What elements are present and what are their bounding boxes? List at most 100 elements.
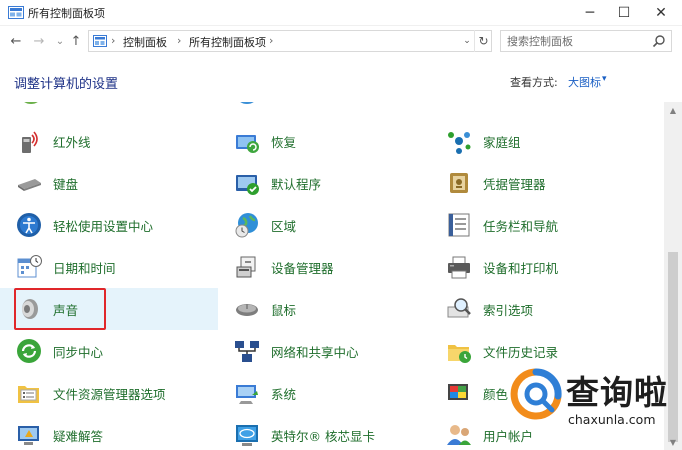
item-device-manager[interactable]: 设备管理器 [218, 246, 436, 288]
control-panel-icon [93, 35, 107, 47]
breadcrumb-control-panel[interactable]: 控制面板 [123, 34, 167, 50]
speaker-icon [22, 299, 38, 319]
file-history-icon [448, 345, 471, 363]
item-label[interactable]: 凭据管理器 [483, 174, 546, 193]
view-by-dropdown[interactable]: 大图标 [568, 74, 601, 90]
item-sync-center[interactable]: 同步中心 [0, 330, 218, 372]
search-icon[interactable] [652, 34, 666, 48]
ease-of-access-icon [17, 213, 41, 237]
item-label[interactable]: 设备管理器 [271, 258, 334, 277]
search-input[interactable] [507, 33, 647, 49]
item-mouse[interactable]: 鼠标 [218, 288, 436, 330]
address-dropdown-button[interactable]: ⌄ [460, 30, 474, 52]
item-label[interactable]: 红外线 [53, 132, 91, 151]
title-bar: 所有控制面板项 ─ ☐ ✕ [0, 0, 682, 26]
item-taskbar[interactable]: 任务栏和导航 [430, 204, 648, 246]
item-label[interactable]: 家庭组 [483, 132, 521, 151]
user-accounts-icon [447, 425, 471, 445]
item-label[interactable]: 恢复 [271, 132, 296, 151]
close-button[interactable]: ✕ [644, 0, 678, 26]
intel-graphics-icon [236, 425, 258, 446]
item-network-sharing[interactable]: 网络和共享中心 [218, 330, 436, 372]
mouse-icon [236, 304, 258, 316]
region-icon [235, 213, 258, 238]
homegroup-icon [448, 132, 471, 154]
item-homegroup[interactable]: 家庭组 [430, 120, 648, 162]
date-time-icon [17, 255, 42, 278]
system-icon [236, 385, 258, 404]
network-icon [235, 341, 259, 362]
window-title: 所有控制面板项 [28, 7, 105, 20]
item-system[interactable]: 系统 [218, 372, 436, 414]
infrared-icon [22, 131, 38, 153]
item-infrared[interactable]: 红外线 [0, 120, 218, 162]
minimize-button[interactable]: ─ [573, 0, 607, 26]
recovery-icon [236, 135, 259, 153]
partial-item-icon [240, 102, 254, 104]
breadcrumb-all-items[interactable]: 所有控制面板项 [189, 34, 266, 50]
device-manager-icon [236, 256, 256, 278]
breadcrumb-separator[interactable]: › [177, 34, 181, 47]
item-label[interactable]: 英特尔® 核芯显卡 [271, 426, 375, 445]
item-label[interactable]: 设备和打印机 [483, 258, 558, 277]
item-label[interactable]: 声音 [53, 300, 78, 319]
watermark-logo-icon [510, 368, 562, 420]
default-programs-icon [236, 175, 259, 195]
sync-icon [17, 339, 41, 363]
item-keyboard[interactable]: 键盘 [0, 162, 218, 204]
scroll-up-button[interactable]: ▲ [664, 102, 682, 118]
control-panel-icon [8, 6, 24, 19]
item-sound[interactable]: 声音 [0, 288, 218, 330]
item-label[interactable]: 日期和时间 [53, 258, 116, 277]
address-bar: ← → ⌄ ↑ › 控制面板 › 所有控制面板项 › ⌄ ↻ [0, 26, 682, 56]
item-devices-printers[interactable]: 设备和打印机 [430, 246, 648, 288]
item-label[interactable]: 键盘 [53, 174, 78, 193]
item-file-explorer-options[interactable]: 文件资源管理器选项 [0, 372, 218, 414]
breadcrumb[interactable]: › 控制面板 › 所有控制面板项 › [88, 30, 492, 52]
recent-locations-button[interactable]: ⌄ [52, 33, 68, 49]
breadcrumb-separator[interactable]: › [269, 34, 273, 47]
item-label[interactable]: 疑难解答 [53, 426, 103, 445]
page-header: 调整计算机的设置 查看方式: 大图标 ▾ [0, 56, 682, 102]
item-label[interactable]: 区域 [271, 216, 296, 235]
maximize-button[interactable]: ☐ [607, 0, 641, 26]
item-region[interactable]: 区域 [218, 204, 436, 246]
folder-options-icon [18, 386, 39, 403]
partial-item-icon [24, 102, 38, 104]
search-box[interactable] [500, 30, 672, 52]
indexing-icon [447, 298, 471, 318]
item-label[interactable]: 文件历史记录 [483, 342, 558, 361]
item-label[interactable]: 默认程序 [271, 174, 321, 193]
item-label[interactable]: 鼠标 [271, 300, 296, 319]
refresh-button[interactable]: ↻ [474, 30, 492, 52]
item-troubleshooting[interactable]: 疑难解答 [0, 414, 218, 450]
taskbar-icon [448, 213, 470, 237]
item-label[interactable]: 任务栏和导航 [483, 216, 558, 235]
watermark: 查询啦 chaxunla.com [504, 364, 676, 446]
view-by-label: 查看方式: [510, 76, 558, 89]
item-label[interactable]: 文件资源管理器选项 [53, 384, 166, 403]
troubleshooting-icon [18, 426, 39, 445]
watermark-url: chaxunla.com [568, 412, 656, 427]
watermark-text: 查询啦 [566, 373, 668, 412]
keyboard-icon [18, 179, 41, 191]
item-label[interactable]: 网络和共享中心 [271, 342, 359, 361]
back-button[interactable]: ← [8, 33, 24, 49]
forward-button[interactable]: → [31, 33, 47, 49]
printer-icon [448, 256, 470, 279]
item-label[interactable]: 索引选项 [483, 300, 533, 319]
item-intel-graphics[interactable]: 英特尔® 核芯显卡 [218, 414, 436, 450]
item-ease-of-access[interactable]: 轻松使用设置中心 [0, 204, 218, 246]
item-label[interactable]: 同步中心 [53, 342, 103, 361]
item-label[interactable]: 系统 [271, 384, 296, 403]
chevron-down-icon[interactable]: ▾ [602, 74, 607, 84]
item-indexing[interactable]: 索引选项 [430, 288, 648, 330]
item-recovery[interactable]: 恢复 [218, 120, 436, 162]
item-label[interactable]: 轻松使用设置中心 [53, 216, 153, 235]
credential-manager-icon [450, 173, 468, 193]
item-default-programs[interactable]: 默认程序 [218, 162, 436, 204]
item-date-time[interactable]: 日期和时间 [0, 246, 218, 288]
item-credential-manager[interactable]: 凭据管理器 [430, 162, 648, 204]
up-button[interactable]: ↑ [68, 33, 84, 49]
breadcrumb-separator[interactable]: › [111, 34, 115, 47]
